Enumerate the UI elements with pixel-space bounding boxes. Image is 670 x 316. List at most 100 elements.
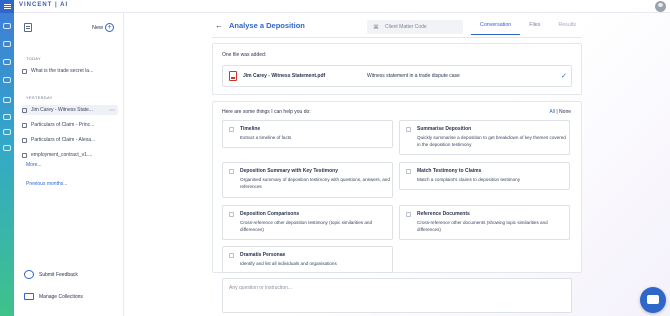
collection-icon	[24, 293, 34, 300]
more-link[interactable]: More...	[26, 162, 42, 168]
option-title: Summarise Deposition	[417, 126, 472, 132]
section-today: TODAY	[26, 56, 41, 61]
upload-icon[interactable]	[3, 129, 11, 135]
nav-rail	[0, 13, 14, 316]
users-icon[interactable]	[3, 41, 11, 47]
history-sidebar: New + TODAY What is the trade secret la.…	[14, 13, 124, 316]
plus-icon: +	[105, 23, 115, 32]
chat-icon	[24, 270, 34, 279]
document-icon	[22, 107, 27, 113]
option-title: Timeline	[240, 126, 261, 132]
manage-collections-button[interactable]: Manage Collections	[24, 293, 83, 300]
brand-logo: VINCENT | AI	[19, 2, 69, 8]
sidebar-header: New +	[14, 13, 124, 45]
top-bar: VINCENT | AI	[0, 0, 670, 13]
file-row[interactable]: Jim Carey - Witness Statement.pdf Witnes…	[222, 65, 572, 87]
chat-support-button[interactable]	[640, 287, 666, 313]
option-card[interactable]: Deposition Comparisons Cross-reference o…	[222, 205, 393, 240]
option-title: Dramatis Personae	[240, 252, 286, 258]
home-icon[interactable]	[3, 23, 11, 29]
history-item-label: Particulars of Claim - Princ...	[31, 122, 95, 128]
folder-icon[interactable]	[3, 97, 11, 103]
option-description: Extract a timeline of facts	[240, 135, 292, 140]
history-item-label: What is the trade secret la...	[31, 68, 94, 74]
option-card[interactable]: Deposition Summary with Key Testimony Or…	[222, 162, 393, 198]
dots-icon[interactable]	[3, 114, 11, 120]
new-label: New	[92, 24, 104, 31]
history-item[interactable]: Particulars of Claim - Alexa...	[22, 135, 118, 145]
select-all-none: All | None	[549, 109, 571, 115]
option-checkbox[interactable]	[229, 127, 234, 132]
history-item-label: employment_contract_v1....	[31, 152, 93, 158]
history-item-label: Particulars of Claim - Alexa...	[31, 137, 96, 143]
tab-results[interactable]: Results	[549, 21, 585, 35]
option-title: Deposition Summary with Key Testimony	[240, 168, 338, 174]
tab-files[interactable]: Files	[520, 21, 549, 35]
previous-months-link[interactable]: Previous months...	[26, 181, 67, 187]
document-icon	[22, 137, 27, 143]
option-card[interactable]: Summarise Deposition Quickly summarise a…	[399, 120, 570, 155]
option-description: Cross-reference other documents (showing…	[417, 220, 548, 232]
menu-icon[interactable]	[0, 0, 14, 13]
tag-icon: ⌘	[373, 24, 379, 31]
option-card[interactable]: Match Testimony to Claims Match a compla…	[399, 162, 570, 190]
option-description: Match a complaint's claims to deposition…	[417, 177, 521, 182]
option-checkbox[interactable]	[406, 169, 411, 174]
submit-feedback-button[interactable]: Submit Feedback	[24, 270, 78, 279]
document-icon	[22, 122, 27, 128]
page-header: ← Analyse a Deposition ⌘ Client Matter C…	[212, 13, 582, 37]
more-icon[interactable]	[3, 145, 11, 151]
history-item-active[interactable]: Jim Carey - Witness State... ⋯	[22, 105, 118, 115]
tab-bar: Conversation Files Results	[471, 21, 585, 35]
layout-icon[interactable]	[24, 23, 32, 32]
more-options-icon[interactable]: ⋯	[109, 107, 115, 114]
client-matter-field[interactable]: ⌘ Client Matter Code	[367, 20, 463, 34]
new-button[interactable]: New +	[92, 23, 115, 32]
select-all-link[interactable]: All	[549, 109, 555, 115]
history-item[interactable]: Particulars of Claim - Princ...	[22, 120, 118, 130]
search-icon	[22, 68, 27, 74]
question-input[interactable]: Any question or instruction...	[222, 278, 572, 313]
manage-collections-label: Manage Collections	[39, 293, 83, 300]
option-title: Reference Documents	[417, 211, 470, 217]
header-divider	[212, 37, 582, 38]
submit-feedback-label: Submit Feedback	[39, 271, 78, 278]
option-description: Cross-reference other deposition testimo…	[240, 220, 372, 232]
client-matter-placeholder: Client Matter Code	[385, 24, 427, 30]
option-card[interactable]: Dramatis Personae Identify and list all …	[222, 246, 393, 273]
option-description: Organised summary of deposition testimon…	[240, 177, 390, 189]
file-icon	[22, 152, 27, 158]
main-panel: ← Analyse a Deposition ⌘ Client Matter C…	[124, 13, 670, 316]
history-item[interactable]: employment_contract_v1....	[22, 150, 118, 160]
file-description: Witness statement in a trade dispute cas…	[367, 73, 460, 79]
option-description: Identify and list all individuals and or…	[240, 261, 337, 266]
option-checkbox[interactable]	[229, 212, 234, 217]
option-title: Match Testimony to Claims	[417, 168, 482, 174]
option-checkbox[interactable]	[229, 169, 234, 174]
option-description: Quickly summarise a deposition to get br…	[417, 135, 566, 147]
files-card: One file was added: Jim Carey - Witness …	[212, 43, 582, 95]
capabilities-card: Here are some things I can help you do: …	[212, 101, 582, 273]
history-item-label: Jim Carey - Witness State...	[31, 107, 93, 113]
pdf-icon	[229, 71, 237, 81]
check-icon: ✓	[561, 73, 567, 80]
help-label: Here are some things I can help you do:	[222, 109, 311, 115]
option-card[interactable]: Reference Documents Cross-reference othe…	[399, 205, 570, 240]
back-arrow-icon[interactable]: ←	[215, 21, 223, 30]
option-checkbox[interactable]	[229, 253, 234, 258]
section-yesterday: YESTERDAY	[26, 95, 53, 100]
history-item[interactable]: What is the trade secret la...	[22, 66, 118, 76]
page-title: Analyse a Deposition	[229, 21, 305, 30]
option-checkbox[interactable]	[406, 127, 411, 132]
user-avatar[interactable]	[655, 1, 666, 12]
option-card[interactable]: Timeline Extract a timeline of facts	[222, 120, 393, 148]
search-icon[interactable]	[3, 59, 11, 65]
compass-icon[interactable]	[3, 77, 11, 83]
files-added-label: One file was added:	[222, 52, 267, 58]
option-checkbox[interactable]	[406, 212, 411, 217]
separator: |	[556, 109, 558, 115]
file-name: Jim Carey - Witness Statement.pdf	[243, 73, 326, 79]
select-none-link[interactable]: None	[559, 109, 571, 115]
option-title: Deposition Comparisons	[240, 211, 300, 217]
tab-conversation[interactable]: Conversation	[471, 21, 521, 35]
